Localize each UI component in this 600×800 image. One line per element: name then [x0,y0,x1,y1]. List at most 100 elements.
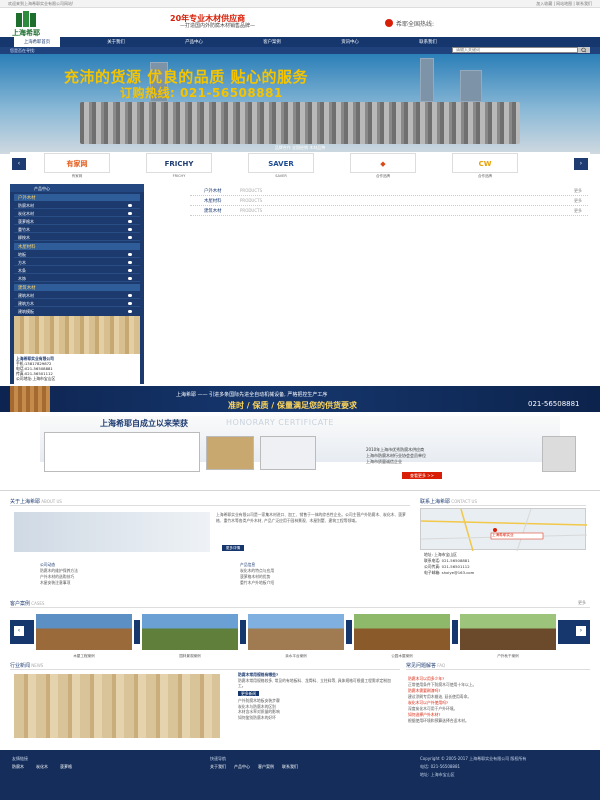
partner-logo[interactable]: SAVER [248,153,314,173]
case-photo[interactable] [140,612,240,652]
sidebar-item[interactable]: 防腐木材 [14,202,140,209]
footer: 友情链接 防腐木 炭化木 菠萝格 快速导航 关于我们 产品中心 客户案例 联系我… [0,750,600,800]
case-photo[interactable] [458,612,558,652]
nav-item-news[interactable]: 资讯中心 [320,39,380,45]
prev-arrow-icon[interactable]: ‹ [14,626,24,636]
sidebar-item[interactable]: 建筑木材 [14,292,140,299]
partners-title: 品牌合作 全国经销 木材品种 [274,145,326,150]
welcome-text: 欢迎来到上海希耶实业有限公司网站! [8,1,74,6]
footer-nav-link[interactable]: 客户案例 [258,764,274,770]
about-more-button[interactable]: 更多详情 [222,545,244,551]
toggle-icon [128,261,132,264]
sidebar-item[interactable]: 柳桉木 [14,234,140,241]
about-image [14,512,210,552]
contact-line: 电子邮箱: shxiye@163.com [424,570,475,575]
contact-title: 联系上海希耶 [420,499,451,505]
next-arrow-icon[interactable]: › [576,626,586,636]
main-nav: 上海希耶首页 关于我们 产品中心 客户案例 资讯中心 联系我们 [0,37,600,47]
toggle-icon [128,294,132,297]
search-icon[interactable] [578,47,590,53]
sidebar-category[interactable]: 户外木材 [14,194,140,201]
sidebar-item[interactable]: 木饰 [14,275,140,282]
faq-title: 常见问题解答 [406,663,437,669]
case-photo[interactable] [352,612,452,652]
partner-caption: SAVER [275,174,287,178]
product-list-row[interactable]: 户外木材 PRODUCTS 更多 [190,186,588,196]
phone-icon [385,19,393,27]
sidebar-item[interactable]: 建筑模板 [14,308,140,315]
contact-line: 公司地址:上海市宝山区 [16,376,56,381]
footer-link[interactable]: 防腐木 [12,764,24,770]
footer-link[interactable]: 炭化木 [36,764,48,770]
toggle-icon [128,204,132,207]
footer-tel: 电话: 021-56508881 [420,764,461,769]
partner-logo[interactable]: CW [452,153,518,173]
news-item[interactable]: 重竹木户外地板介绍 [240,580,390,586]
sidebar-category[interactable]: 木屋材料 [14,243,140,250]
case-photo[interactable] [246,612,346,652]
sidebar-category[interactable]: 建筑木材 [14,284,140,291]
sidebar-item[interactable]: 菠萝格木 [14,218,140,225]
industry-news: 防腐木常用规格有哪些? 防腐木常用规格较多, 常见的有地板料、龙骨料、立柱料等,… [238,672,398,720]
hardware-image [542,436,576,472]
copyright: Copyright © 2005-2017 上海希耶实业有限公司 版权所有 [420,756,527,761]
certificate-image[interactable] [44,432,200,472]
honor-subtitle: HONORARY CERTIFICATE [226,418,334,427]
product-list-row[interactable]: 木屋材料 PRODUCTS 更多 [190,196,588,206]
case-photo[interactable] [34,612,134,652]
faq-subtitle: FAQ [437,663,446,668]
sidebar-item[interactable]: 炭化木材 [14,210,140,217]
nav-item-home[interactable]: 上海希耶首页 [14,37,60,47]
case-caption: 户外秋千案例 [497,654,519,658]
about-text: 上海希耶实业有限公司是一家集木材进口、加工、销售于一体的综合性企业。公司主营户外… [216,512,406,523]
partner-logo[interactable]: ◆ [350,153,416,173]
industry-header: 行业新闻 NEWS [10,662,400,670]
news-item[interactable]: 木屋安装注意事项 [40,580,190,586]
location-map[interactable] [420,508,588,552]
honor-more-button[interactable]: 查看更多 >> [402,472,442,479]
contact-header: 联系上海希耶 CONTACT US [420,498,586,506]
industry-image [14,674,220,738]
certificate-image[interactable] [260,436,316,470]
sidebar-item[interactable]: 地板 [14,251,140,258]
search-input[interactable]: 请输入关键词 [452,47,578,53]
sidebar-header: 产品中心 [10,184,144,192]
contact-subtitle: CONTACT US [451,499,478,504]
banner-building [420,58,434,102]
nav-item-cases[interactable]: 客户案例 [242,39,302,45]
cases-more-link[interactable]: 更多 [578,600,586,606]
nav-item-contact[interactable]: 联系我们 [398,39,458,45]
industry-title: 行业新闻 [10,663,31,669]
sidebar-item[interactable]: 方木 [14,259,140,266]
banner-building [460,70,482,102]
top-links[interactable]: 加入收藏 | 网站地图 | 联系我们 [536,1,592,7]
map-pin-label: 上海希耶实业 [492,533,514,537]
sidebar-item[interactable]: 建筑方木 [14,300,140,307]
warehouse-photo [14,316,140,354]
sidebar-item[interactable]: 木条 [14,267,140,274]
news-item[interactable]: 如何鉴别防腐木的好坏 [238,715,398,721]
footer-nav-link[interactable]: 联系我们 [282,764,298,770]
certificate-image[interactable] [206,436,254,470]
ribbon-slogan: 准时 / 保质 / 保量满足您的供货要求 [228,401,357,410]
sidebar-item[interactable]: 重竹木 [14,226,140,233]
product-list-row[interactable]: 建筑木材 PRODUCTS 更多 [190,206,588,216]
nav-item-products[interactable]: 产品中心 [164,39,224,45]
hotline-label: 希耶全国热线: [396,21,435,28]
prev-arrow-icon[interactable]: ‹ [12,158,26,170]
ribbon-tel: 021-56508881 [528,400,580,408]
header-subslogan: —打造国内外防腐木材销售品牌— [180,23,256,29]
contact-info: 地址: 上海市宝山区 联系电话: 021-56508881 公司传真: 021-… [424,552,586,576]
footer-nav-link[interactable]: 产品中心 [234,764,250,770]
footer-link[interactable]: 菠萝格 [60,764,72,770]
industry-more-button[interactable]: 更多新闻 [238,690,260,696]
toggle-icon [128,220,132,223]
next-arrow-icon[interactable]: › [574,158,588,170]
toggle-icon [128,310,132,313]
partner-logo[interactable]: 有家网 [44,153,110,173]
nav-item-about[interactable]: 关于我们 [86,39,146,45]
partner-logo[interactable]: FRICHY [146,153,212,173]
footer-nav-link[interactable]: 关于我们 [210,764,226,770]
honor-item[interactable]: 上海市质量诚信企业 [366,459,541,465]
logo-icon[interactable] [14,11,38,29]
